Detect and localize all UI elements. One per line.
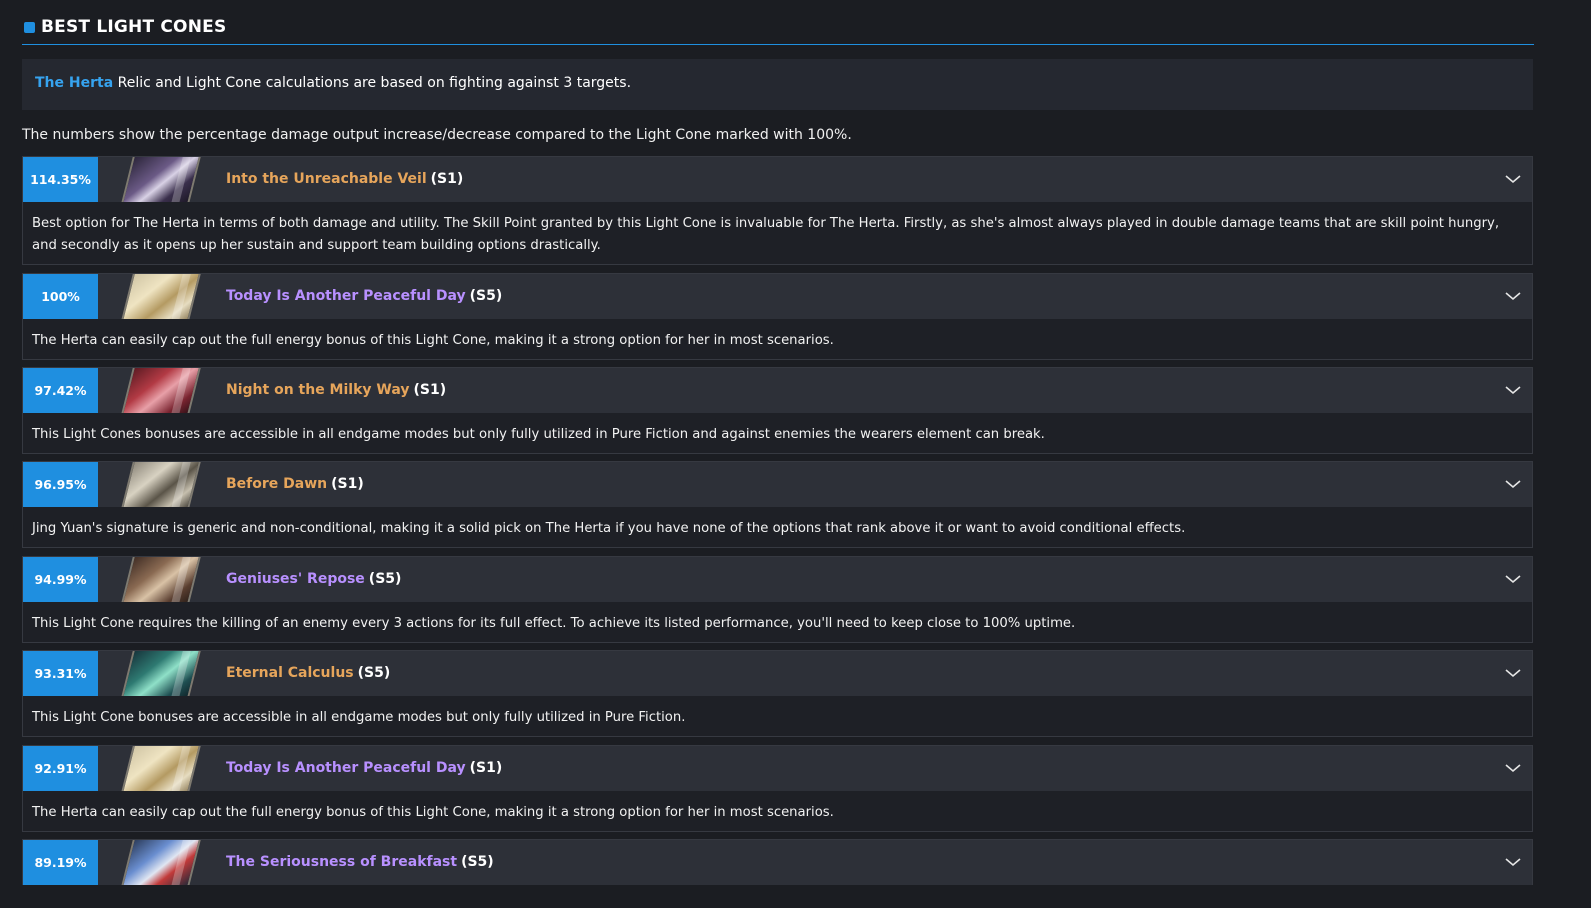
chevron-down-icon[interactable] (1504, 287, 1522, 305)
light-cone-card: 93.31% Eternal Calculus (S5) This Light C… (22, 650, 1533, 737)
light-cone-name[interactable]: Geniuses' Repose (226, 571, 365, 587)
damage-percent-badge: 100% (23, 274, 98, 319)
damage-percent-badge: 114.35% (23, 157, 98, 202)
light-cone-frame (120, 746, 202, 791)
light-cone-header[interactable]: 89.19% The Seriousness of Breakfast (S5) (23, 840, 1532, 885)
chevron-down-icon[interactable] (1504, 475, 1522, 493)
light-cone-description: This Light Cone bonuses are accessible i… (32, 710, 686, 725)
light-cone-name[interactable]: Into the Unreachable Veil (226, 171, 427, 187)
damage-percent-badge: 89.19% (23, 840, 98, 885)
light-cone-frame (120, 557, 202, 602)
chevron-down-icon[interactable] (1504, 853, 1522, 871)
light-cone-frame (120, 651, 202, 696)
light-cone-header[interactable]: 93.31% Eternal Calculus (S5) (23, 651, 1532, 696)
light-cone-description: The Herta can easily cap out the full en… (32, 805, 834, 820)
light-cone-card: 96.95% Before Dawn (S1) Jing Yuan's signa… (22, 461, 1533, 548)
section-header: BEST LIGHT CONES (22, 17, 1534, 45)
light-cone-name[interactable]: Today Is Another Peaceful Day (226, 288, 466, 304)
chevron-down-icon[interactable] (1504, 381, 1522, 399)
light-cone-title: Before Dawn (S1) (226, 476, 364, 492)
light-cone-image (113, 274, 209, 319)
damage-percent-badge: 94.99% (23, 557, 98, 602)
chevron-down-icon[interactable] (1504, 170, 1522, 188)
light-cone-card: 92.91% Today Is Another Peaceful Day (S1)… (22, 745, 1533, 832)
superimposition-label: (S5) (357, 665, 391, 681)
light-cone-frame (120, 462, 202, 507)
light-cone-image (113, 368, 209, 413)
superimposition-label: (S5) (368, 571, 402, 587)
superimposition-label: (S1) (413, 382, 447, 398)
light-cone-card: 100% Today Is Another Peaceful Day (S5) T… (22, 273, 1533, 360)
light-cone-frame (120, 368, 202, 413)
light-cone-name[interactable]: Today Is Another Peaceful Day (226, 760, 466, 776)
light-cone-description: This Light Cones bonuses are accessible … (32, 427, 1045, 442)
light-cone-card: 94.99% Geniuses' Repose (S5) This Light C… (22, 556, 1533, 643)
superimposition-label: (S1) (430, 171, 464, 187)
light-cone-title: Eternal Calculus (S5) (226, 665, 390, 681)
light-cone-title: Night on the Milky Way (S1) (226, 382, 446, 398)
chevron-down-icon[interactable] (1504, 570, 1522, 588)
superimposition-label: (S1) (331, 476, 364, 492)
light-cone-image (113, 157, 209, 202)
damage-percent-badge: 92.91% (23, 746, 98, 791)
info-text: Relic and Light Cone calculations are ba… (113, 75, 632, 91)
light-cone-description: Jing Yuan's signature is generic and non… (32, 521, 1186, 536)
light-cone-name[interactable]: Eternal Calculus (226, 665, 354, 681)
section-title: BEST LIGHT CONES (41, 17, 227, 37)
light-cone-frame (120, 840, 202, 885)
light-cone-card: 89.19% The Seriousness of Breakfast (S5) (22, 839, 1533, 885)
light-cone-header[interactable]: 100% Today Is Another Peaceful Day (S5) (23, 274, 1532, 319)
chevron-down-icon[interactable] (1504, 664, 1522, 682)
light-cone-header[interactable]: 114.35% Into the Unreachable Veil (S1) (23, 157, 1532, 202)
light-cone-name[interactable]: Before Dawn (226, 476, 327, 492)
light-cone-description: Best option for The Herta in terms of bo… (32, 216, 1500, 253)
light-cone-description: The Herta can easily cap out the full en… (32, 333, 834, 348)
character-link[interactable]: The Herta (35, 75, 113, 91)
light-cone-title: The Seriousness of Breakfast (S5) (226, 854, 494, 870)
light-cone-title: Today Is Another Peaceful Day (S5) (226, 288, 502, 304)
superimposition-label: (S5) (469, 288, 503, 304)
damage-percent-badge: 93.31% (23, 651, 98, 696)
light-cone-header[interactable]: 97.42% Night on the Milky Way (S1) (23, 368, 1532, 413)
light-cone-frame (120, 157, 202, 202)
light-cone-card: 97.42% Night on the Milky Way (S1) This L… (22, 367, 1533, 454)
light-cone-frame (120, 274, 202, 319)
superimposition-label: (S5) (461, 854, 494, 870)
light-cone-card: 114.35% Into the Unreachable Veil (S1) Be… (22, 156, 1533, 265)
damage-percent-badge: 96.95% (23, 462, 98, 507)
light-cone-header[interactable]: 96.95% Before Dawn (S1) (23, 462, 1532, 507)
light-cone-header[interactable]: 92.91% Today Is Another Peaceful Day (S1) (23, 746, 1532, 791)
light-cone-title: Into the Unreachable Veil (S1) (226, 171, 463, 187)
damage-percent-badge: 97.42% (23, 368, 98, 413)
chevron-down-icon[interactable] (1504, 759, 1522, 777)
light-cone-image (113, 840, 209, 885)
light-cone-header[interactable]: 94.99% Geniuses' Repose (S5) (23, 557, 1532, 602)
light-cone-title: Geniuses' Repose (S5) (226, 571, 401, 587)
comparison-note: The numbers show the percentage damage o… (22, 127, 852, 143)
light-cone-image (113, 557, 209, 602)
light-cone-title: Today Is Another Peaceful Day (S1) (226, 760, 502, 776)
light-cone-image (113, 746, 209, 791)
light-cone-name[interactable]: The Seriousness of Breakfast (226, 854, 457, 870)
light-cone-image (113, 651, 209, 696)
light-cone-image (113, 462, 209, 507)
info-box: The Herta Relic and Light Cone calculati… (22, 59, 1533, 110)
superimposition-label: (S1) (469, 760, 503, 776)
light-cone-name[interactable]: Night on the Milky Way (226, 382, 409, 398)
section-square-icon (24, 22, 35, 33)
light-cone-description: This Light Cone requires the killing of … (32, 616, 1076, 631)
